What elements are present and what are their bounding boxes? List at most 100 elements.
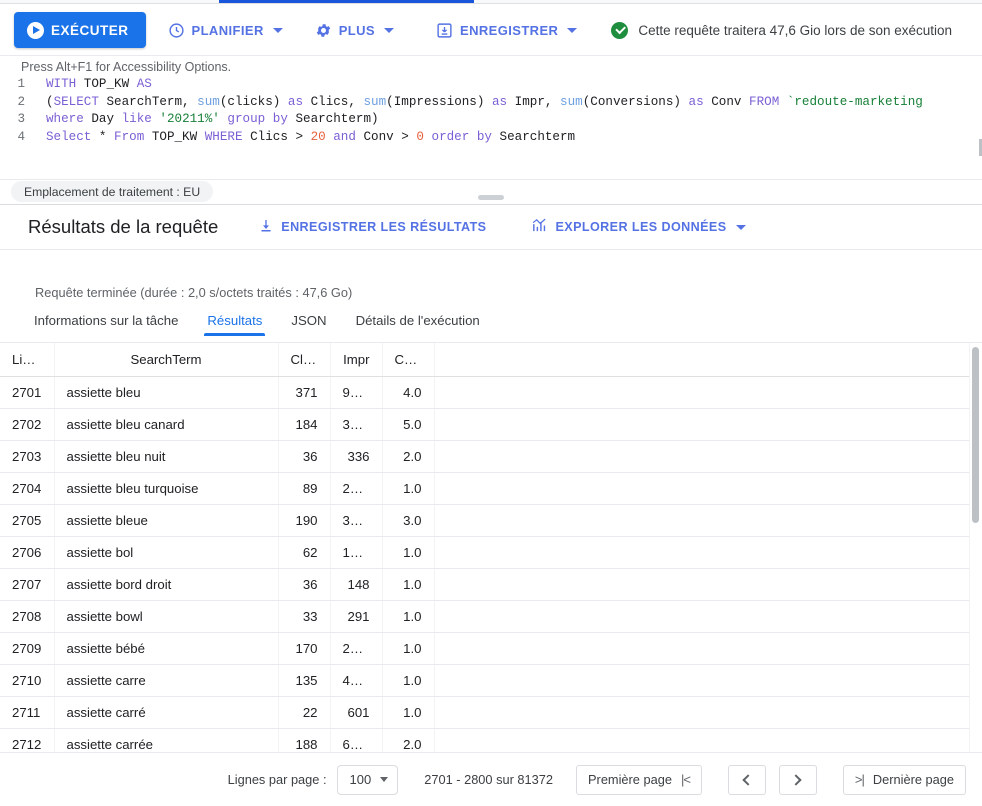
- cell-conv: 1.0: [382, 632, 435, 665]
- table-header-row: Ligne SearchTerm Clics Impr Conv: [0, 343, 982, 377]
- line-number: 1: [17, 77, 25, 91]
- editor-tabstrip: [0, 0, 982, 4]
- save-results-label: ENREGISTRER LES RÉSULTATS: [281, 220, 487, 234]
- sql-editor[interactable]: Press Alt+F1 for Accessibility Options. …: [0, 57, 982, 180]
- tab-4[interactable]: Détails de l'exécution: [356, 313, 480, 336]
- table-row[interactable]: 2706 assiette bol 62 1395 1.0: [0, 536, 982, 569]
- panel-resize-handle[interactable]: [478, 195, 504, 200]
- cell-searchterm: assiette bowl: [54, 600, 279, 633]
- query-size-status: Cette requête traitera 47,6 Gio lors de …: [611, 21, 953, 39]
- sql-token: Clics >: [250, 129, 311, 144]
- sql-token: (clicks): [219, 94, 288, 109]
- table-row[interactable]: 2708 assiette bowl 33 291 1.0: [0, 600, 982, 633]
- table-row[interactable]: 2705 assiette bleue 190 3765 3.0: [0, 504, 982, 537]
- table-row[interactable]: 2711 assiette carré 22 601 1.0: [0, 696, 982, 729]
- save-query-button[interactable]: ENREGISTRER: [426, 12, 587, 48]
- sql-token: (Conversions): [582, 94, 689, 109]
- table-row[interactable]: 2704 assiette bleu turquoise 89 2293 1.0: [0, 472, 982, 505]
- cell-impr: 3290: [330, 408, 383, 441]
- first-page-icon: |<: [680, 772, 691, 787]
- explore-data-button[interactable]: EXPLORER LES DONNÉES: [525, 216, 751, 238]
- table-row[interactable]: 2709 assiette bébé 170 2735 1.0: [0, 632, 982, 665]
- tab-1[interactable]: Informations sur la tâche: [34, 313, 178, 336]
- sql-code[interactable]: 1 WITH TOP_KW AS 2 (SELECT SearchTerm, sum(…: [0, 76, 982, 146]
- cell-searchterm: assiette bleu nuit: [54, 440, 279, 473]
- table-row[interactable]: 2707 assiette bord droit 36 148 1.0: [0, 568, 982, 601]
- cell-conv: 1.0: [382, 536, 435, 569]
- chevron-down-icon: [272, 27, 283, 33]
- sql-token: sum: [560, 94, 583, 109]
- results-scrollbar-thumb[interactable]: [972, 347, 979, 523]
- sql-token: Day: [91, 112, 122, 126]
- save-results-button[interactable]: ENREGISTRER LES RÉSULTATS: [252, 217, 492, 238]
- cell-impr: 148: [330, 568, 383, 601]
- cell-conv: 1.0: [382, 568, 435, 601]
- rows-per-page-label: Lignes par page :: [227, 772, 327, 787]
- cell-impr: 9232: [330, 376, 383, 409]
- tab-3[interactable]: JSON: [291, 313, 326, 336]
- cell-ligne: 2703: [0, 440, 55, 473]
- cell-ligne: 2707: [0, 568, 55, 601]
- cell-conv: 1.0: [382, 696, 435, 729]
- sql-token: and: [325, 129, 364, 144]
- download-icon: [258, 218, 274, 237]
- cell-searchterm: assiette bleu turquoise: [54, 472, 279, 505]
- results-table-container[interactable]: Ligne SearchTerm Clics Impr Conv 2701 ass…: [0, 343, 982, 752]
- next-page-button[interactable]: [778, 764, 817, 795]
- column-header-ligne[interactable]: Ligne: [0, 343, 55, 377]
- cell-conv: 1.0: [382, 600, 435, 633]
- cell-impr: 6440: [330, 728, 383, 752]
- last-page-icon: >|: [854, 772, 865, 787]
- table-row[interactable]: 2701 assiette bleu 371 9232 4.0: [0, 376, 982, 409]
- column-header-impr[interactable]: Impr: [330, 343, 383, 377]
- last-page-label: Dernière page: [872, 772, 954, 787]
- chevron-left-icon: [742, 773, 755, 786]
- sql-token: `redoute-marketing: [786, 94, 923, 109]
- table-row[interactable]: 2710 assiette carre 135 4300 1.0: [0, 664, 982, 697]
- cell-filler: [434, 664, 982, 697]
- column-header-conv[interactable]: Conv: [382, 343, 435, 377]
- cell-conv: 1.0: [382, 472, 435, 505]
- sql-token: (: [46, 94, 54, 109]
- sql-token: WITH: [46, 77, 84, 91]
- cell-filler: [434, 696, 982, 729]
- sql-token: Conv >: [363, 129, 417, 144]
- processing-location-chip[interactable]: Emplacement de traitement : EU: [11, 181, 214, 202]
- cell-clics: 184: [278, 408, 331, 441]
- rows-per-page-select[interactable]: 100: [336, 764, 399, 795]
- cell-ligne: 2704: [0, 472, 55, 505]
- chevron-right-icon: [790, 773, 803, 786]
- table-row[interactable]: 2703 assiette bleu nuit 36 336 2.0: [0, 440, 982, 473]
- table-row[interactable]: 2712 assiette carrée 188 6440 2.0: [0, 728, 982, 752]
- first-page-button[interactable]: Première page |<: [576, 764, 702, 795]
- cell-searchterm: assiette bébé: [54, 632, 279, 665]
- cell-impr: 336: [330, 440, 383, 473]
- cell-filler: [434, 536, 982, 569]
- sql-token: From: [114, 129, 152, 144]
- column-header-clics[interactable]: Clics: [278, 343, 331, 377]
- previous-page-button[interactable]: [727, 764, 766, 795]
- column-header-searchterm[interactable]: SearchTerm: [54, 343, 279, 377]
- sql-token: (Impressions): [386, 94, 492, 109]
- sql-token: as: [287, 94, 311, 109]
- cell-clics: 371: [278, 376, 331, 409]
- chevron-down-icon: [735, 224, 746, 230]
- active-tab-underline: [219, 0, 474, 3]
- sql-token: as: [491, 94, 515, 109]
- tab-2[interactable]: Résultats: [204, 313, 266, 336]
- sql-token: SELECT: [53, 94, 107, 109]
- more-button[interactable]: PLUS: [305, 12, 404, 48]
- last-page-button[interactable]: >| Dernière page: [842, 764, 966, 795]
- gear-icon: [315, 22, 332, 39]
- sql-token: Searchterm: [499, 129, 576, 144]
- run-query-button[interactable]: EXÉCUTER: [14, 12, 146, 48]
- table-row[interactable]: 2702 assiette bleu canard 184 3290 5.0: [0, 408, 982, 441]
- sql-token: Clics,: [310, 94, 364, 109]
- query-size-text: Cette requête traitera 47,6 Gio lors de …: [638, 22, 953, 38]
- cell-searchterm: assiette carrée: [54, 728, 279, 752]
- sql-line: 4 Select * From TOP_KW WHERE Clics > 20 a…: [0, 129, 982, 147]
- schedule-button[interactable]: PLANIFIER: [158, 12, 293, 48]
- cell-searchterm: assiette bleu canard: [54, 408, 279, 441]
- sql-token: WHERE: [204, 129, 251, 144]
- cell-clics: 170: [278, 632, 331, 665]
